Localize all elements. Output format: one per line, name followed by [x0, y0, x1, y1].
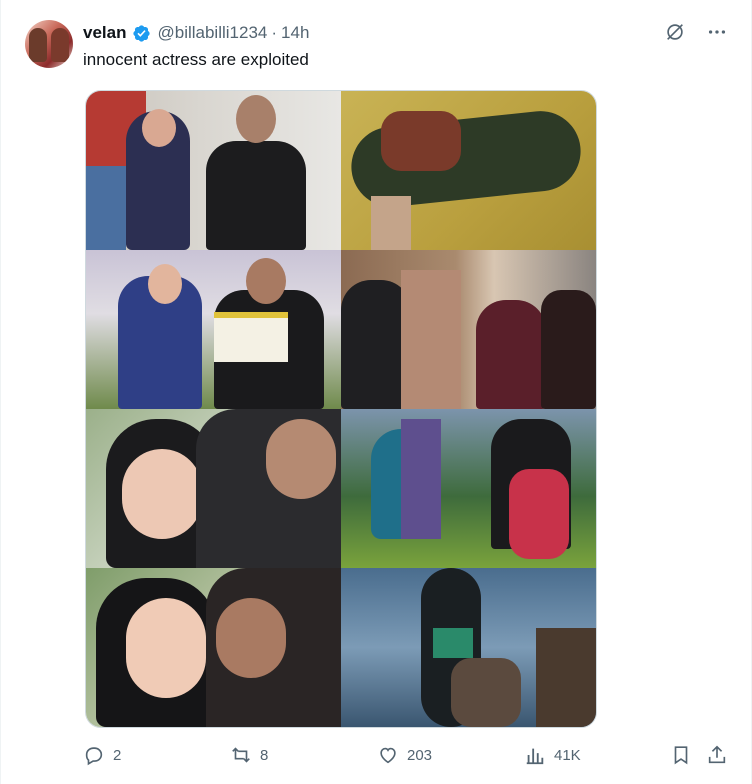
- post-text: innocent actress are exploited: [83, 50, 309, 69]
- like-count: 203: [407, 746, 433, 764]
- reply-icon: [85, 747, 103, 766]
- share-button[interactable]: [706, 744, 728, 766]
- repost-icon: [232, 747, 250, 763]
- verified-badge-icon: [132, 24, 151, 43]
- author-name[interactable]: velan: [83, 23, 126, 43]
- repost-count: 8: [260, 746, 269, 764]
- media-tile: [341, 250, 596, 409]
- like-button[interactable]: 203: [377, 744, 432, 766]
- media-tile: [341, 91, 596, 250]
- media-tile: [86, 250, 341, 409]
- heart-icon: [380, 747, 396, 764]
- views-count: 41K: [554, 746, 581, 764]
- reply-button[interactable]: 2: [83, 744, 121, 766]
- reply-count: 2: [113, 746, 122, 764]
- post-card[interactable]: velan @billabilli1234 · 14h innocent act…: [0, 0, 752, 784]
- more-icon[interactable]: [705, 20, 729, 44]
- action-bar: 2 8 203 41K: [83, 740, 731, 772]
- bookmark-button[interactable]: [670, 744, 692, 766]
- share-icon: [708, 745, 726, 764]
- media-tile: [86, 91, 341, 250]
- views-button[interactable]: 41K: [524, 744, 581, 766]
- avatar[interactable]: [25, 20, 73, 68]
- media-tile: [86, 568, 341, 727]
- author-handle[interactable]: @billabilli1234: [157, 23, 267, 43]
- repost-button[interactable]: 8: [230, 744, 268, 766]
- media-tile: [341, 409, 596, 568]
- separator-dot: ·: [271, 23, 278, 42]
- media-grid-image[interactable]: [85, 90, 597, 728]
- media-tile: [86, 409, 341, 568]
- post-header: velan @billabilli1234 · 14h: [83, 22, 309, 44]
- grok-icon[interactable]: [663, 20, 687, 44]
- views-icon: [526, 748, 544, 765]
- post-time[interactable]: 14h: [281, 23, 309, 43]
- bookmark-icon: [674, 746, 688, 765]
- media-tile: [341, 568, 596, 727]
